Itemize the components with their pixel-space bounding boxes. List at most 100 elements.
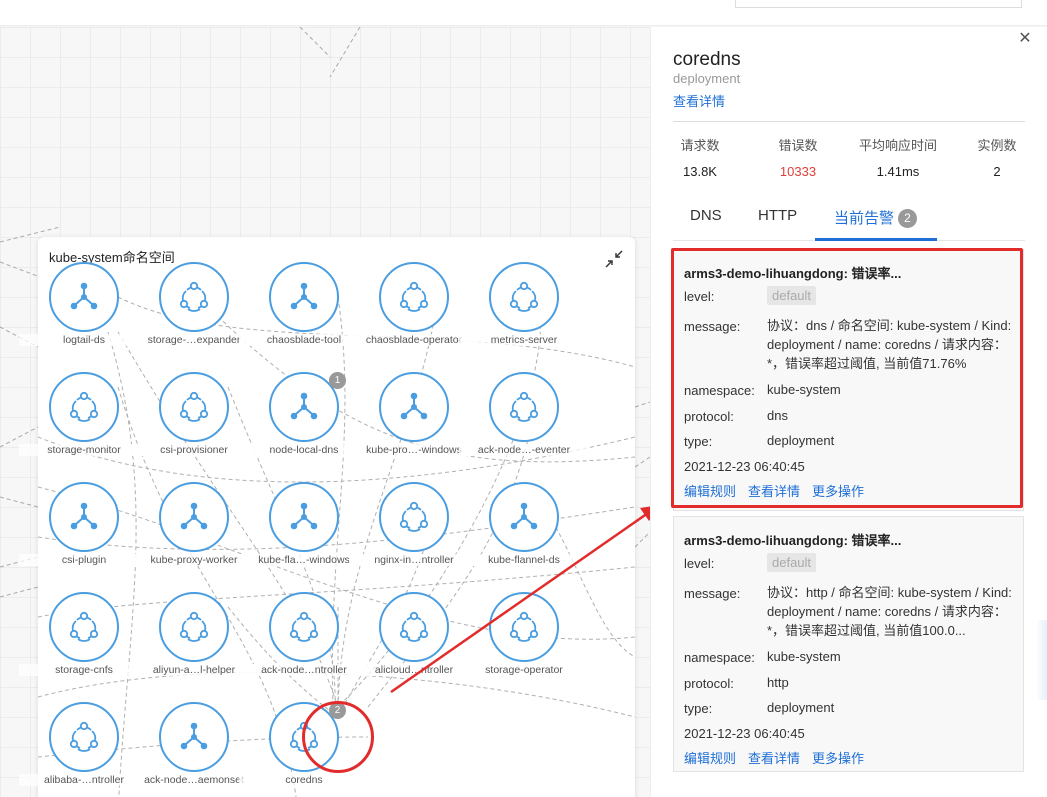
protocol-key: protocol: — [684, 676, 734, 691]
deployment-node-icon[interactable] — [379, 482, 449, 552]
deployment-node-icon[interactable] — [159, 592, 229, 662]
deployment-node-icon[interactable] — [49, 592, 119, 662]
metric-value: 10333 — [779, 164, 817, 179]
message-key: message: — [684, 319, 741, 334]
panel-edge-shadow — [1036, 620, 1047, 700]
daemonset-node-icon[interactable] — [159, 482, 229, 552]
ring-icon — [179, 611, 209, 642]
type-key: type: — [684, 701, 713, 716]
alert-time: 2021-12-23 06:40:45 — [684, 459, 805, 474]
ring-icon — [179, 391, 209, 422]
top-bar — [0, 0, 1047, 26]
service-node[interactable]: ack-node…aemonset — [129, 702, 259, 797]
divider — [673, 121, 1025, 122]
triad-icon — [180, 502, 208, 530]
more-actions-link[interactable]: 更多操作 — [812, 748, 864, 767]
deployment-node-icon[interactable] — [49, 372, 119, 442]
coredns-highlight-ring — [302, 701, 374, 773]
triad-icon — [400, 392, 428, 420]
namespace-value: kube-system — [767, 382, 841, 397]
service-node[interactable]: kube-flannel-ds — [459, 482, 589, 582]
message-key: message: — [684, 586, 741, 601]
deployment-node-icon[interactable] — [269, 592, 339, 662]
service-node[interactable]: chaosblade-operator — [349, 262, 479, 362]
more-actions-link[interactable]: 更多操作 — [812, 481, 864, 500]
service-node[interactable]: chaosblade-tool — [239, 262, 369, 362]
edit-rule-link[interactable]: 编辑规则 — [684, 748, 736, 767]
service-node[interactable]: storage-cnfs — [19, 592, 149, 692]
deployment-node-icon[interactable] — [379, 592, 449, 662]
protocol-value: dns — [767, 408, 788, 423]
protocol-key: protocol: — [684, 409, 734, 424]
service-node[interactable]: csi-plugin — [19, 482, 149, 582]
alert-time: 2021-12-23 06:40:45 — [684, 726, 805, 741]
ring-icon — [399, 611, 429, 642]
view-details-link[interactable]: 查看详情 — [748, 748, 800, 767]
metric-value: 13.8K — [683, 164, 717, 179]
service-node[interactable]: alibaba-…ntroller — [19, 702, 149, 797]
metric-avg-response: 平均响应时间 1.41ms — [852, 135, 944, 179]
metric-value: 2 — [993, 164, 1001, 179]
deployment-node-icon[interactable] — [489, 592, 559, 662]
daemonset-node-icon[interactable] — [49, 262, 119, 332]
collapse-icon[interactable] — [604, 249, 624, 269]
ring-icon — [69, 391, 99, 422]
metric-label: 平均响应时间 — [858, 138, 937, 153]
daemonset-node-icon[interactable] — [269, 262, 339, 332]
service-node[interactable]: metrics-server — [459, 262, 589, 362]
daemonset-node-icon[interactable] — [379, 372, 449, 442]
triad-icon — [70, 282, 98, 310]
ring-icon — [69, 611, 99, 642]
service-node[interactable]: ack-node…ntroller — [239, 592, 369, 692]
metric-label: 错误数 — [778, 138, 818, 153]
tab-http[interactable]: HTTP — [758, 207, 797, 224]
service-node[interactable]: kube-proxy-worker — [129, 482, 259, 582]
level-key: level: — [684, 289, 715, 304]
view-details-link[interactable]: 查看详情 — [748, 481, 800, 500]
service-node[interactable]: storage-…expander — [129, 262, 259, 362]
ring-icon — [69, 721, 99, 752]
type-value: deployment — [767, 700, 835, 715]
daemonset-node-icon[interactable] — [489, 482, 559, 552]
daemonset-node-icon[interactable] — [159, 702, 229, 772]
metric-label: 请求数 — [680, 138, 720, 153]
service-node-label: metrics-server — [459, 334, 589, 346]
service-node-label: ack-node…-eventer — [459, 444, 589, 456]
metric-instances: 实例数 2 — [952, 135, 1042, 179]
close-icon[interactable]: ✕ — [1017, 31, 1033, 47]
service-node[interactable]: alicloud…ntroller — [349, 592, 479, 692]
deployment-node-icon[interactable] — [489, 262, 559, 332]
alert-title: arms3-demo-lihuangdong: 错误率... — [684, 533, 902, 548]
service-node[interactable]: storage-monitor — [19, 372, 149, 472]
deployment-node-icon[interactable] — [379, 262, 449, 332]
service-name: coredns — [673, 49, 741, 70]
deployment-node-icon[interactable] — [159, 372, 229, 442]
topology-canvas[interactable]: kube-system命名空间 logtail-ds storage-…expan… — [0, 27, 650, 797]
service-node[interactable]: logtail-ds — [19, 262, 149, 362]
deployment-node-icon[interactable] — [159, 262, 229, 332]
alert-card: arms3-demo-lihuangdong: 错误率... level: de… — [673, 516, 1024, 772]
metric-errors: 错误数 10333 — [753, 135, 843, 179]
service-node[interactable]: kube-pro…-windows — [349, 372, 479, 472]
triad-icon — [290, 282, 318, 310]
daemonset-node-icon[interactable] — [49, 482, 119, 552]
tab-dns[interactable]: DNS — [690, 207, 722, 224]
service-node[interactable]: aliyun-a…l-helper — [129, 592, 259, 692]
ring-icon — [509, 281, 539, 312]
alert-card: arms3-demo-lihuangdong: 错误率... level: de… — [673, 249, 1024, 511]
triad-icon — [180, 722, 208, 750]
service-node[interactable]: storage-operator — [459, 592, 589, 692]
service-node[interactable]: kube-fla…-windows — [239, 482, 369, 582]
service-node[interactable]: csi-provisioner — [129, 372, 259, 472]
edit-rule-link[interactable]: 编辑规则 — [684, 481, 736, 500]
deployment-node-icon[interactable] — [49, 702, 119, 772]
daemonset-node-icon[interactable] — [269, 482, 339, 552]
tab-alerts[interactable]: 当前告警 2 — [834, 207, 918, 228]
service-node[interactable]: node-local-dns 1 — [239, 372, 369, 472]
service-node[interactable]: ack-node…-eventer — [459, 372, 589, 472]
deployment-node-icon[interactable] — [489, 372, 559, 442]
view-details-link[interactable]: 查看详情 — [673, 91, 725, 110]
level-tag: default — [767, 286, 817, 305]
search-input[interactable] — [735, 0, 1022, 8]
service-node[interactable]: nginx-in…ntroller — [349, 482, 479, 582]
